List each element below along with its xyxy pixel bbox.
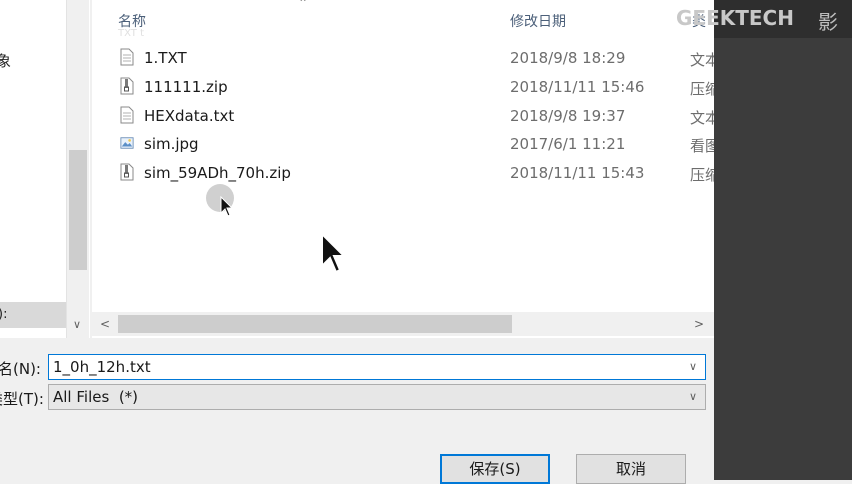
- nav-item-selected-label: ):: [0, 307, 8, 322]
- zip-file-icon: [120, 77, 134, 95]
- horizontal-scrollbar-thumb[interactable]: [118, 315, 512, 333]
- mouse-cursor-icon: [321, 232, 347, 274]
- file-date: 2018/11/11 15:43: [510, 164, 645, 182]
- file-row[interactable]: sim.jpg 2017/6/1 11:21 看图: [92, 130, 714, 158]
- chevron-left-icon[interactable]: <: [100, 317, 110, 331]
- save-file-dialog: 象 ): ∨ ⌃ 名称 修改日期 类 TXT t 1.TXT 2018/9/8 …: [0, 0, 714, 484]
- horizontal-scrollbar[interactable]: < >: [92, 312, 714, 336]
- file-name: sim.jpg: [144, 135, 199, 153]
- file-type: 压缩: [690, 166, 714, 184]
- file-type: 文本: [690, 51, 714, 69]
- chevron-right-icon[interactable]: >: [694, 317, 704, 331]
- filetype-label: 类型(T):: [0, 390, 44, 408]
- zip-file-icon: [120, 163, 134, 181]
- file-name: 1.TXT: [144, 49, 187, 67]
- column-header-row: ⌃ 名称 修改日期 类 TXT t: [92, 0, 714, 39]
- filename-label: 名(N):: [0, 360, 41, 378]
- file-name: sim_59ADh_70h.zip: [144, 164, 291, 182]
- filename-input[interactable]: 1_0h_12h.txt ∨: [48, 354, 706, 380]
- file-type: 文本: [690, 109, 714, 127]
- watermark-extra: 影: [818, 10, 838, 34]
- file-list-pane: ⌃ 名称 修改日期 类 TXT t 1.TXT 2018/9/8 18:29 文…: [92, 0, 714, 338]
- navigation-pane[interactable]: 象 ): ∨: [0, 0, 90, 338]
- file-row[interactable]: 111111.zip 2018/11/11 15:46 压缩: [92, 73, 714, 101]
- mouse-cursor-icon: [220, 196, 234, 217]
- filename-value[interactable]: 1_0h_12h.txt: [53, 358, 151, 376]
- text-file-icon: [120, 106, 134, 124]
- background-window: [714, 0, 852, 480]
- nav-scrollbar-thumb[interactable]: [69, 150, 87, 270]
- file-type: 压缩: [690, 80, 714, 98]
- file-date: 2018/11/11 15:46: [510, 78, 645, 96]
- file-date: 2018/9/8 18:29: [510, 49, 626, 67]
- file-name: 111111.zip: [144, 78, 228, 96]
- nav-item-partial[interactable]: 象: [0, 50, 11, 71]
- chevron-down-icon[interactable]: ∨: [689, 360, 697, 373]
- chevron-down-icon[interactable]: ∨: [689, 390, 697, 403]
- sort-ascending-icon: ⌃: [298, 0, 309, 10]
- file-date: 2018/9/8 19:37: [510, 107, 626, 125]
- file-row[interactable]: HEXdata.txt 2018/9/8 19:37 文本: [92, 102, 714, 130]
- file-date: 2017/6/1 11:21: [510, 135, 626, 153]
- image-file-icon: [120, 137, 134, 149]
- nav-scrollbar[interactable]: ∨: [66, 0, 89, 338]
- watermark-text: GEEKTECH: [676, 6, 794, 30]
- text-file-icon: [120, 48, 134, 66]
- file-name: HEXdata.txt: [144, 107, 235, 125]
- file-row[interactable]: 1.TXT 2018/9/8 18:29 文本: [92, 44, 714, 72]
- file-type: 看图: [690, 137, 714, 155]
- chevron-down-icon[interactable]: ∨: [73, 318, 81, 331]
- column-header-date[interactable]: 修改日期: [510, 11, 566, 31]
- file-row[interactable]: sim_59ADh_70h.zip 2018/11/11 15:43 压缩: [92, 159, 714, 187]
- nav-item-selected[interactable]: [0, 302, 66, 328]
- filetype-select[interactable]: All Files (*) ∨: [48, 384, 706, 410]
- header-ghost-text: TXT t: [118, 28, 144, 39]
- filetype-value: All Files (*): [53, 388, 139, 406]
